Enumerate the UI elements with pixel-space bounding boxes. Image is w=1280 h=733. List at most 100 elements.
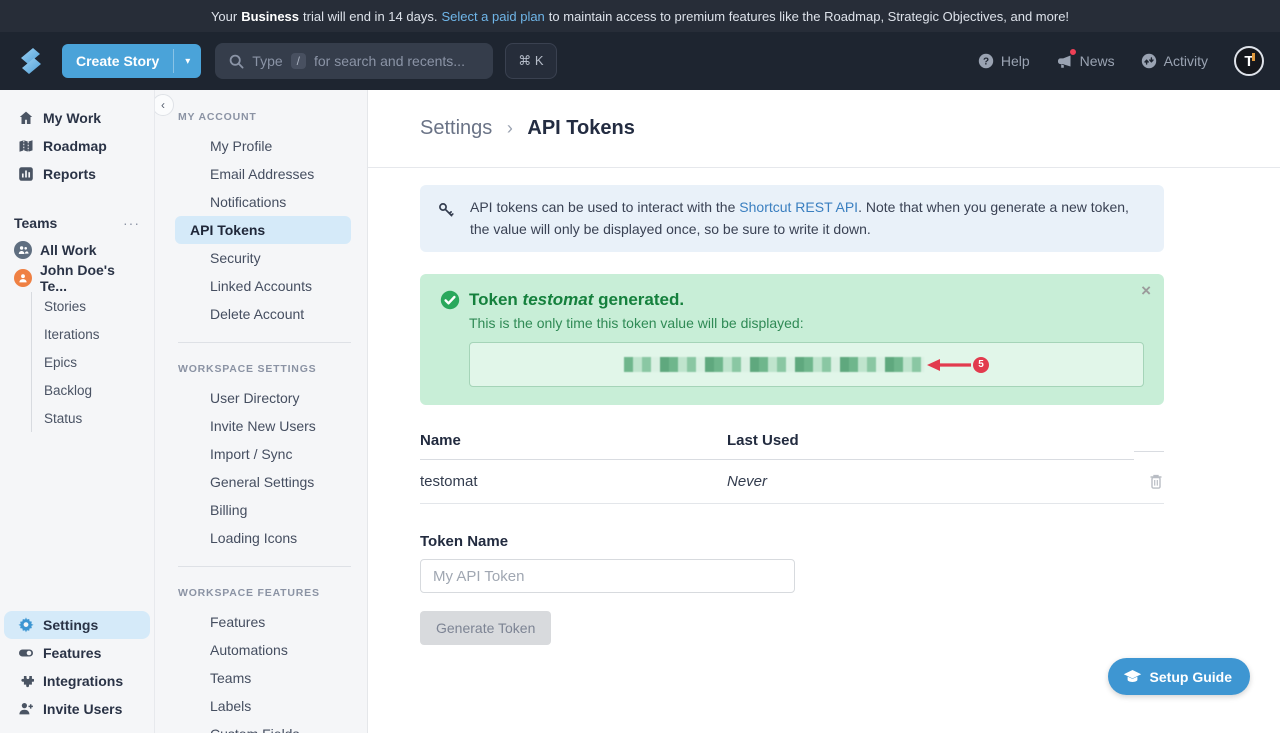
table-header-row: Name Last Used — [420, 426, 1164, 460]
user-avatar[interactable]: T — [1234, 46, 1264, 76]
sidebar-item-iterations[interactable]: Iterations — [44, 320, 154, 348]
team-avatar — [14, 269, 32, 287]
search-placeholder-suffix: for search and recents... — [314, 53, 465, 69]
select-paid-plan-link[interactable]: Select a paid plan — [441, 9, 544, 24]
settings-nav-labels[interactable]: Labels — [175, 692, 351, 720]
sidebar-item-backlog[interactable]: Backlog — [44, 376, 154, 404]
trial-banner: Your Business trial will end in 14 days.… — [0, 0, 1280, 32]
help-icon: ? — [978, 53, 994, 69]
alert-subtitle: This is the only time this token value w… — [469, 315, 1144, 331]
shortcut-logo-icon[interactable] — [16, 46, 46, 76]
settings-nav-user-directory[interactable]: User Directory — [175, 384, 351, 412]
help-label: Help — [1001, 53, 1030, 69]
sidebar-item-features[interactable]: Features — [4, 639, 150, 667]
teams-menu-icon[interactable]: ··· — [123, 215, 140, 231]
sidebar-item-invite-users[interactable]: Invite Users — [4, 695, 150, 723]
api-tokens-table: Name Last Used testomat Never — [420, 426, 1164, 504]
settings-sidebar: ‹ My Account My Profile Email Addresses … — [155, 90, 368, 733]
token-name-cell: testomat — [420, 460, 727, 504]
annotation-badge: 5 — [973, 357, 989, 373]
section-header-workspace-features: Workspace Features — [155, 580, 367, 608]
delete-token-button[interactable] — [1134, 460, 1164, 504]
settings-nav-general-settings[interactable]: General Settings — [175, 468, 351, 496]
cmd-k-shortcut[interactable]: ⌘ K — [505, 43, 556, 79]
settings-nav-loading-icons[interactable]: Loading Icons — [175, 524, 351, 552]
search-placeholder-prefix: Type — [252, 53, 282, 69]
sidebar-item-john-does-team[interactable]: John Doe's Te... — [0, 264, 154, 292]
roadmap-icon — [18, 138, 34, 154]
home-icon — [18, 110, 34, 126]
slash-key-hint: / — [291, 53, 306, 69]
notification-dot — [1069, 48, 1077, 56]
settings-nav-teams[interactable]: Teams — [175, 664, 351, 692]
create-story-button[interactable]: Create Story ▾ — [62, 44, 201, 78]
settings-nav-invite-new-users[interactable]: Invite New Users — [175, 412, 351, 440]
settings-nav-delete-account[interactable]: Delete Account — [175, 300, 351, 328]
page-header: Settings › API Tokens — [368, 90, 1280, 168]
main-content: Settings › API Tokens API tokens can be … — [368, 90, 1280, 733]
settings-nav-custom-fields[interactable]: Custom Fields — [175, 720, 351, 733]
section-divider — [178, 342, 351, 343]
sidebar-item-integrations[interactable]: Integrations — [4, 667, 150, 695]
annotation-arrow-icon — [927, 358, 971, 372]
breadcrumb-separator: › — [507, 118, 513, 138]
setup-guide-button[interactable]: Setup Guide — [1108, 658, 1250, 695]
all-work-avatar — [14, 241, 32, 259]
search-icon — [229, 54, 244, 69]
sidebar-item-reports[interactable]: Reports — [4, 160, 150, 188]
settings-nav-email-addresses[interactable]: Email Addresses — [175, 160, 351, 188]
settings-nav-import-sync[interactable]: Import / Sync — [175, 440, 351, 468]
settings-nav-features[interactable]: Features — [175, 608, 351, 636]
news-button[interactable]: News — [1056, 53, 1115, 69]
activity-label: Activity — [1164, 53, 1208, 69]
settings-nav-billing[interactable]: Billing — [175, 496, 351, 524]
token-name-label: Token Name — [420, 533, 1164, 550]
check-circle-icon — [440, 290, 460, 310]
sidebar-item-status[interactable]: Status — [44, 404, 154, 432]
generate-token-button[interactable]: Generate Token — [420, 611, 551, 645]
banner-plan-name: Business — [241, 9, 299, 24]
shortcut-rest-api-link[interactable]: Shortcut REST API — [739, 199, 858, 215]
avatar-accent — [1252, 53, 1255, 61]
settings-nav-security[interactable]: Security — [175, 244, 351, 272]
section-header-workspace-settings: Workspace Settings — [155, 356, 367, 384]
token-name-input[interactable] — [420, 559, 795, 593]
alert-title: Token testomat generated. — [440, 290, 1144, 310]
trash-icon — [1148, 473, 1164, 490]
graduation-cap-icon — [1123, 669, 1142, 685]
sidebar-item-my-work[interactable]: My Work — [4, 104, 150, 132]
sidebar-item-settings[interactable]: Settings — [4, 611, 150, 639]
settings-nav-my-profile[interactable]: My Profile — [175, 132, 351, 160]
activity-icon — [1141, 53, 1157, 69]
team-subnav: Stories Iterations Epics Backlog Status — [31, 292, 154, 432]
setup-guide-label: Setup Guide — [1150, 669, 1232, 685]
token-last-used-cell: Never — [727, 460, 1134, 504]
create-story-label: Create Story — [62, 44, 173, 78]
help-button[interactable]: ? Help — [978, 53, 1030, 69]
sidebar-item-epics[interactable]: Epics — [44, 348, 154, 376]
settings-nav-automations[interactable]: Automations — [175, 636, 351, 664]
banner-text-prefix: Your — [211, 9, 237, 24]
column-header-last-used: Last Used — [727, 426, 1134, 460]
settings-nav-api-tokens[interactable]: API Tokens — [175, 216, 351, 244]
info-text-before: API tokens can be used to interact with … — [470, 199, 739, 215]
settings-nav-linked-accounts[interactable]: Linked Accounts — [175, 272, 351, 300]
search-input[interactable]: Type / for search and recents... — [215, 43, 493, 79]
chevron-down-icon[interactable]: ▾ — [174, 44, 201, 78]
primary-sidebar: My Work Roadmap Reports Teams ··· — [0, 90, 155, 733]
column-header-name: Name — [420, 426, 727, 460]
close-icon[interactable]: × — [1141, 282, 1151, 299]
page-title: API Tokens — [527, 117, 634, 139]
settings-nav-notifications[interactable]: Notifications — [175, 188, 351, 216]
sidebar-item-all-work[interactable]: All Work — [0, 236, 154, 264]
news-label: News — [1080, 53, 1115, 69]
table-row: testomat Never — [420, 460, 1164, 504]
svg-text:?: ? — [983, 56, 989, 67]
sidebar-item-roadmap[interactable]: Roadmap — [4, 132, 150, 160]
breadcrumb: Settings › API Tokens — [420, 117, 635, 140]
alert-title-prefix: Token — [469, 290, 523, 309]
activity-button[interactable]: Activity — [1141, 53, 1208, 69]
api-tokens-info-box: API tokens can be used to interact with … — [420, 185, 1164, 252]
breadcrumb-settings[interactable]: Settings — [420, 117, 492, 139]
sidebar-item-stories[interactable]: Stories — [44, 292, 154, 320]
